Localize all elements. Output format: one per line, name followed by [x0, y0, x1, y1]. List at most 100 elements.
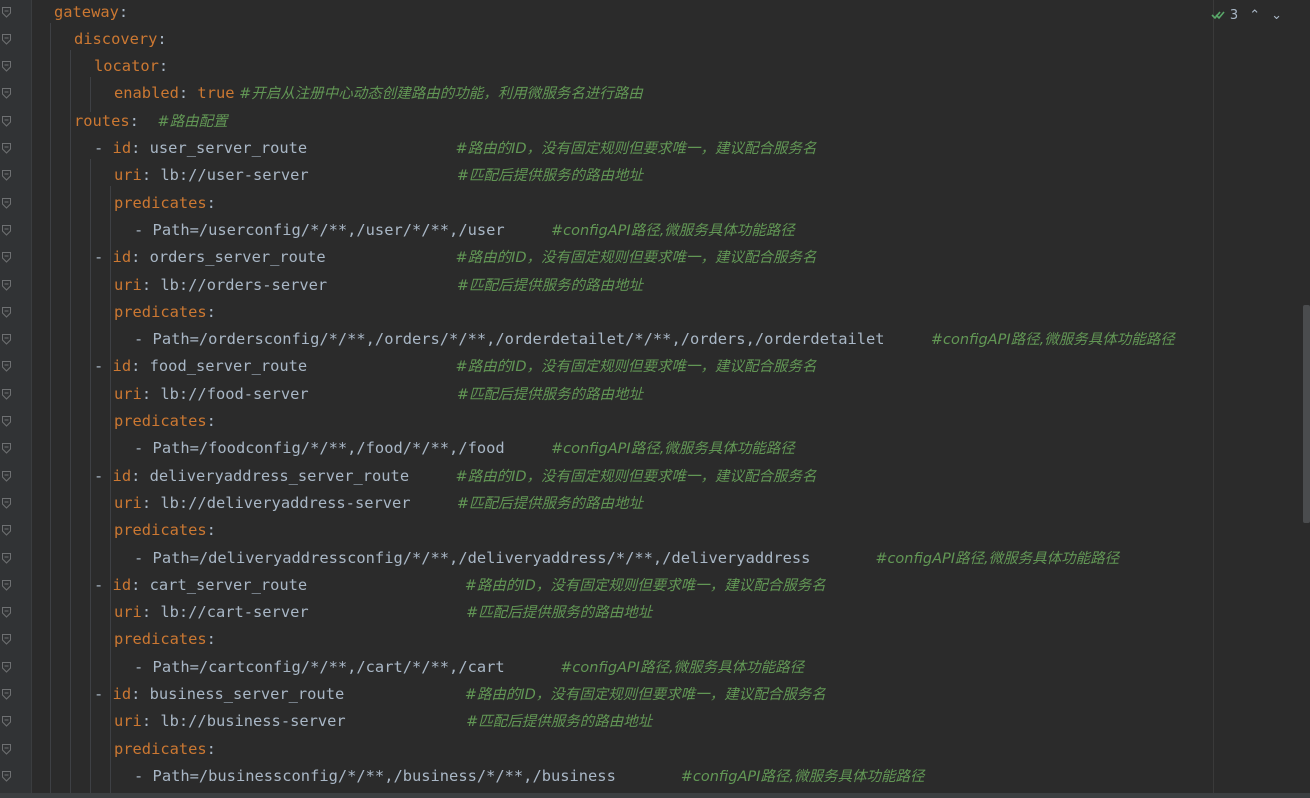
yaml-separator: : — [129, 111, 158, 130]
horizontal-scrollbar[interactable] — [0, 793, 1310, 798]
code-line: uri: lb://deliveryaddress-server #匹配后提供服… — [114, 490, 643, 517]
yaml-value: lb://cart-server — [160, 603, 309, 622]
code-line: - id: business_server_route #路由的ID，没有固定规… — [94, 681, 826, 708]
yaml-value: lb://deliveryaddress-server — [160, 493, 411, 512]
yaml-separator: : — [141, 712, 161, 731]
fold-icon[interactable] — [2, 388, 11, 400]
yaml-separator: : — [141, 493, 161, 512]
code-line: predicates: — [114, 736, 216, 763]
yaml-key: predicates — [114, 302, 207, 321]
fold-icon[interactable] — [2, 361, 11, 373]
fold-icon[interactable] — [2, 443, 11, 455]
fold-icon[interactable] — [2, 661, 11, 673]
yaml-key: locator — [94, 57, 159, 76]
yaml-separator: : — [206, 302, 216, 321]
list-dash: - — [94, 248, 113, 267]
yaml-comment: #configAPI路径,微服务具体功能路径 — [551, 222, 795, 239]
yaml-comment: #路由的ID，没有固定规则但要求唯一，建议配合服务名 — [464, 687, 826, 703]
list-dash: - — [94, 466, 113, 485]
code-line: uri: lb://orders-server #匹配后提供服务的路由地址 — [114, 272, 643, 299]
code-line: discovery: — [74, 26, 167, 53]
code-line: routes: #路由配置 — [74, 108, 228, 135]
fold-icon[interactable] — [2, 497, 11, 509]
list-dash: - — [94, 139, 113, 157]
chevron-up-icon[interactable]: ⌃ — [1249, 8, 1260, 23]
yaml-value: Path=/businessconfig/*/**,/business/*/**… — [152, 766, 616, 785]
fold-icon[interactable] — [2, 579, 11, 591]
chevron-down-icon[interactable]: ⌄ — [1271, 8, 1282, 23]
fold-icon[interactable] — [2, 607, 11, 618]
yaml-key: uri — [114, 384, 142, 403]
code-line: predicates: — [114, 626, 216, 653]
fold-icon[interactable] — [2, 634, 11, 646]
yaml-key: predicates — [114, 521, 207, 540]
fold-icon[interactable] — [2, 306, 11, 318]
fold-icon[interactable] — [2, 770, 11, 782]
list-dash: - — [134, 220, 153, 239]
yaml-key: uri — [114, 166, 142, 185]
code-line: locator: — [94, 53, 168, 80]
indent-guide — [50, 22, 51, 795]
code-editor[interactable]: gateway: discovery: locator: enabled: true … — [32, 0, 1310, 798]
yaml-separator: : — [131, 575, 150, 594]
right-margin-guide — [1213, 0, 1214, 798]
fold-icon[interactable] — [2, 689, 11, 700]
vertical-scrollbar-thumb[interactable] — [1303, 305, 1310, 523]
yaml-value: cart_server_route — [149, 575, 308, 594]
yaml-key: enabled — [114, 84, 179, 103]
alignment-space — [505, 221, 551, 239]
fold-icon[interactable] — [2, 6, 11, 18]
yaml-separator: : — [206, 193, 216, 212]
fold-icon[interactable] — [2, 143, 11, 154]
code-line: - id: user_server_route #路由的ID，没有固定规则但要求… — [94, 135, 817, 162]
yaml-key: id — [112, 575, 132, 594]
fold-icon[interactable] — [2, 115, 11, 127]
yaml-comment: #路由的ID，没有固定规则但要求唯一，建议配合服务名 — [455, 141, 817, 157]
code-line: predicates: — [114, 408, 216, 435]
fold-icon[interactable] — [2, 33, 11, 45]
fold-icon[interactable] — [2, 525, 11, 536]
code-line: - Path=/userconfig/*/**,/user/*/**,/user… — [134, 217, 795, 244]
yaml-value: lb://user-server — [160, 166, 309, 185]
yaml-key: id — [112, 357, 132, 376]
fold-icon[interactable] — [2, 716, 11, 728]
yaml-key: uri — [114, 275, 142, 294]
fold-icon[interactable] — [2, 61, 11, 72]
list-dash: - — [134, 548, 153, 567]
alignment-space — [505, 658, 561, 676]
fold-icon[interactable] — [2, 170, 11, 182]
fold-icon[interactable] — [2, 743, 11, 755]
fold-icon[interactable] — [2, 224, 11, 236]
alignment-space — [344, 685, 464, 703]
inspection-widget[interactable]: 3 ⌃ ⌄ — [1211, 6, 1282, 24]
yaml-separator: : — [206, 739, 216, 758]
yaml-key: uri — [114, 712, 142, 731]
yaml-separator: : — [131, 357, 150, 376]
fold-icon[interactable] — [2, 252, 11, 263]
yaml-value: lb://food-server — [160, 384, 309, 403]
code-line: predicates: — [114, 517, 216, 544]
fold-icon[interactable] — [2, 334, 11, 345]
yaml-key: uri — [114, 603, 142, 622]
yaml-separator: : — [141, 166, 161, 185]
fold-icon[interactable] — [2, 470, 11, 482]
code-line: - Path=/cartconfig/*/**,/cart/*/**,/cart… — [134, 654, 804, 681]
yaml-key: predicates — [114, 193, 207, 212]
code-line: - Path=/ordersconfig/*/**,/orders/*/**,/… — [134, 326, 1175, 353]
fold-icon[interactable] — [2, 279, 11, 291]
yaml-separator: : — [206, 521, 216, 540]
yaml-value: Path=/userconfig/*/**,/user/*/**,/user — [152, 220, 505, 239]
yaml-value: Path=/cartconfig/*/**,/cart/*/**,/cart — [152, 657, 505, 676]
fold-icon[interactable] — [2, 552, 11, 564]
yaml-comment: #configAPI路径,微服务具体功能路径 — [680, 768, 925, 785]
yaml-separator: : — [141, 275, 161, 294]
fold-icon[interactable] — [2, 197, 11, 209]
fold-icon[interactable] — [2, 416, 11, 427]
alignment-space — [885, 330, 931, 348]
yaml-key: predicates — [114, 739, 207, 758]
yaml-key: id — [112, 466, 132, 485]
yaml-comment: #configAPI路径,微服务具体功能路径 — [930, 332, 1175, 349]
yaml-separator: : — [158, 57, 169, 76]
yaml-comment: #匹配后提供服务的路由地址 — [466, 714, 653, 731]
fold-icon[interactable] — [2, 88, 11, 100]
